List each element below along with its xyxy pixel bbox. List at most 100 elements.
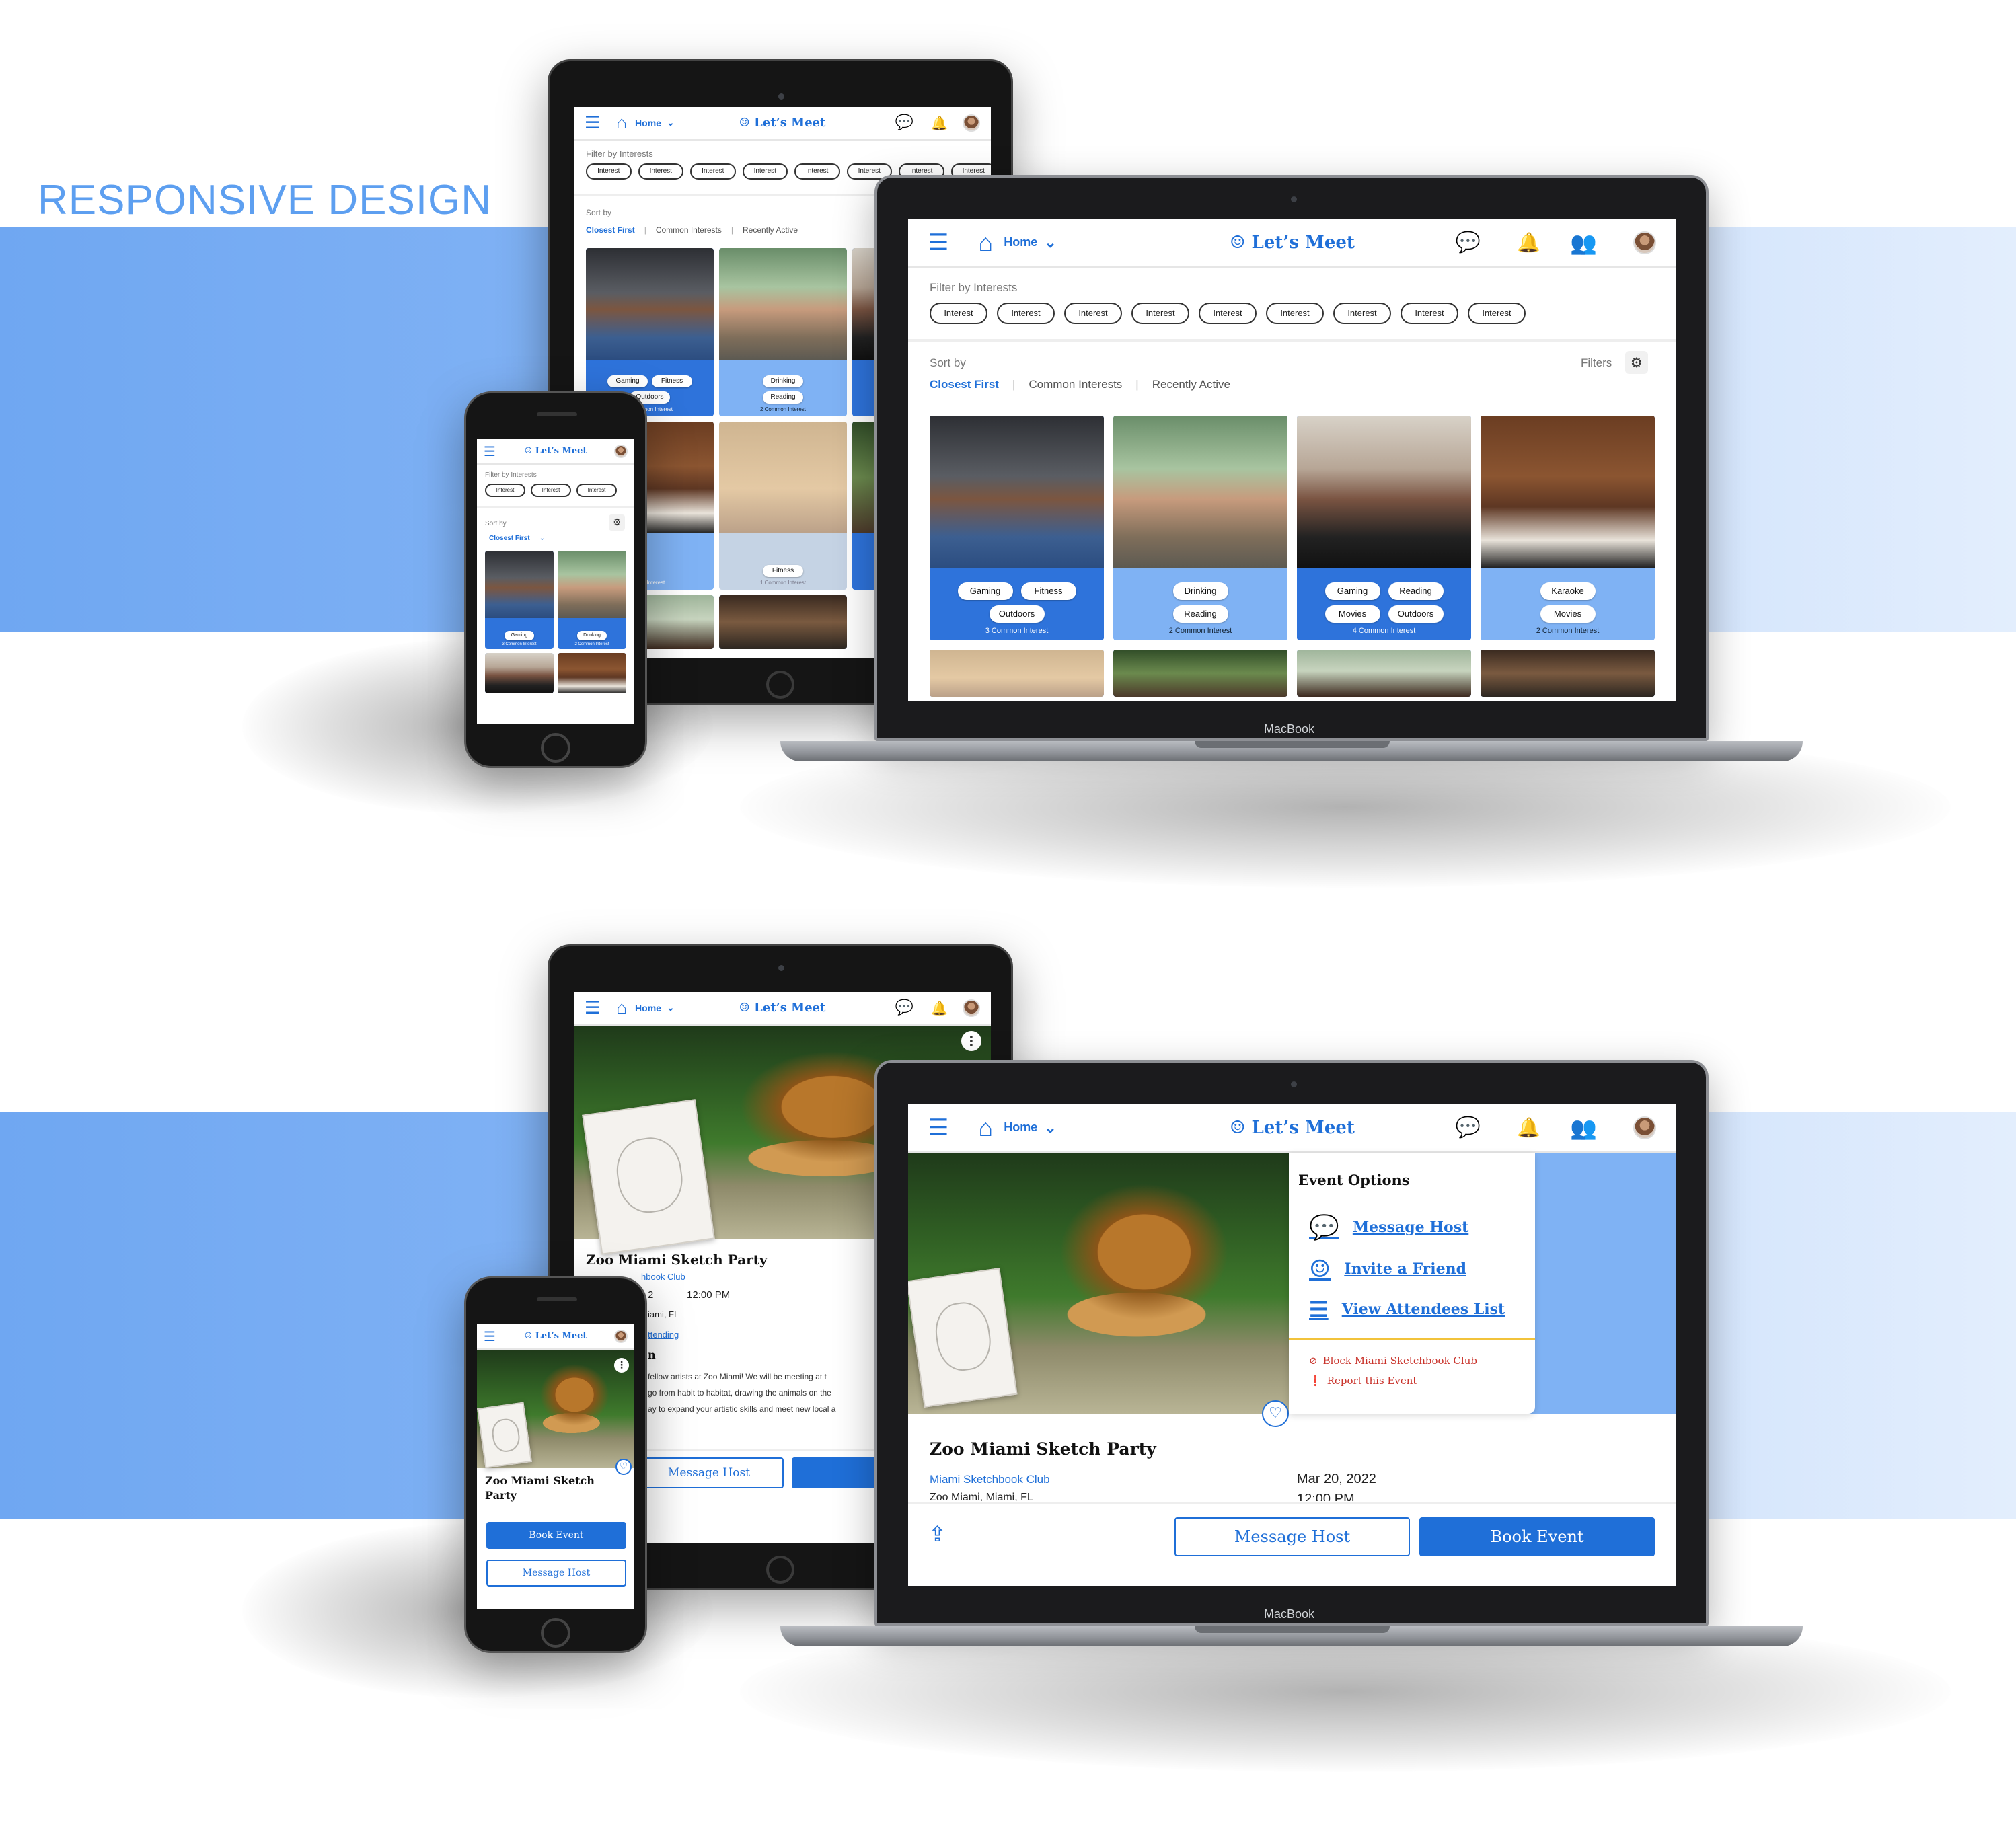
profile-card[interactable] [930,650,1104,697]
profile-card[interactable] [485,653,554,693]
sort-closest-first[interactable]: Closest First [930,378,999,391]
profile-card[interactable]: Drinking 2 Common Interest [558,551,626,649]
interest-chip[interactable]: Interest [930,303,987,324]
hamburger-icon[interactable]: ☰ [585,113,600,133]
interest-chip[interactable]: Interest [586,163,632,180]
interest-chip[interactable]: Interest [576,484,617,497]
home-menu[interactable]: ⌂ Home ⌄ [978,229,1056,257]
favorite-heart-icon[interactable]: ♡ [1262,1400,1289,1427]
interest-chip[interactable]: Interest [997,303,1055,324]
hamburger-icon[interactable]: ☰ [484,1328,496,1344]
report-event-option[interactable]: ❗ Report this Event [1309,1375,1417,1387]
hamburger-icon[interactable]: ☰ [928,229,948,256]
profile-card[interactable]: Gaming 3 Common Interest [485,551,554,649]
sort-dropdown[interactable]: Closest First ⌄ [489,535,545,542]
chat-icon[interactable]: 💬 [895,999,913,1016]
interest-chip[interactable]: Interest [1131,303,1189,324]
host-link[interactable]: hbook Club [641,1272,685,1282]
profile-card[interactable]: Drinking Reading 2 Common Interest [1113,416,1287,640]
bell-icon[interactable]: 🔔 [931,115,948,131]
profile-card[interactable]: Gaming Fitness Outdoors 3 Common Interes… [930,416,1104,640]
host-link[interactable]: Miami Sketchbook Club [930,1473,1050,1486]
profile-card[interactable] [1297,650,1471,697]
brand[interactable]: ☺ Let’s Meet [1230,233,1355,253]
card-info: Gaming Reading Movies Outdoors 4 Common … [1297,568,1471,640]
profile-card[interactable] [1481,650,1655,697]
more-options-icon[interactable]: ⋮ [614,1358,629,1373]
hamburger-icon[interactable]: ☰ [484,443,496,459]
interest-chip[interactable]: Interest [1401,303,1458,324]
block-club-option[interactable]: ⊘ Block Miami Sketchbook Club [1309,1354,1477,1367]
hamburger-icon[interactable]: ☰ [585,998,600,1018]
chat-icon[interactable]: 💬 [1456,1116,1481,1139]
attending-link[interactable]: ttending [648,1330,679,1340]
profile-photo [586,248,714,360]
interest-chip[interactable]: Interest [638,163,683,180]
bell-icon[interactable]: 🔔 [931,1000,948,1016]
bell-icon[interactable]: 🔔 [1517,231,1540,254]
interest-chip[interactable]: Interest [1199,303,1257,324]
share-icon[interactable]: ⇪ [928,1521,946,1547]
interest-chip[interactable]: Interest [1064,303,1122,324]
avatar[interactable] [963,114,980,132]
hamburger-icon[interactable]: ☰ [928,1114,948,1141]
profile-card[interactable]: Karaoke Movies 2 Common Interest [1481,416,1655,640]
home-menu[interactable]: ⌂ Home ⌄ [978,1114,1056,1142]
profile-photo [1481,416,1655,568]
profile-card[interactable] [558,653,626,693]
interest-chip[interactable]: Interest [531,484,571,497]
option-message-host[interactable]: 💬 Message Host [1309,1213,1468,1241]
sort-closest-first[interactable]: Closest First [586,225,635,235]
brand[interactable]: ☺ Let’s Meet [739,116,826,130]
book-event-button[interactable]: Book Event [1419,1517,1655,1556]
brand[interactable]: ☺ Let’s Meet [525,446,587,456]
sort-common-interests[interactable]: Common Interests [1029,378,1122,391]
interest-chip[interactable]: Interest [1333,303,1391,324]
favorite-heart-icon[interactable]: ♡ [615,1459,632,1475]
more-options-icon[interactable]: ⋮ [961,1031,981,1051]
chat-icon[interactable]: 💬 [895,114,913,131]
interest-chip[interactable]: Interest [690,163,736,180]
avatar[interactable] [614,444,628,458]
profile-card[interactable] [1113,650,1287,697]
message-host-button[interactable]: Message Host [486,1560,626,1587]
people-icon[interactable]: 👥 [1570,230,1597,256]
bell-icon[interactable]: 🔔 [1517,1116,1540,1139]
laptop-notch [1195,741,1390,748]
interest-chip[interactable]: Interest [794,163,840,180]
avatar[interactable] [1633,231,1656,254]
interest-chip[interactable]: Interest [1266,303,1324,324]
profile-card[interactable]: Gaming Reading Movies Outdoors 4 Common … [1297,416,1471,640]
book-event-button[interactable]: Book Event [486,1522,626,1549]
brand[interactable]: ☺ Let’s Meet [525,1331,587,1341]
profile-card[interactable]: Drinking Reading 2 Common Interest [719,248,847,416]
option-invite-friend[interactable]: ☺ Invite a Friend [1309,1255,1466,1283]
people-icon[interactable]: 👥 [1570,1115,1597,1141]
filters-icon[interactable]: ⚙ [609,514,625,531]
avatar[interactable] [963,999,980,1017]
home-menu[interactable]: ⌂ Home ⌄ [616,997,674,1018]
interest-chip[interactable]: Interest [485,484,525,497]
home-menu[interactable]: ⌂ Home ⌄ [616,112,674,133]
profile-card[interactable]: Fitness 1 Common Interest [719,422,847,590]
sort-recently-active[interactable]: Recently Active [1152,378,1230,391]
nav-actions: 💬 🔔 👥 [1456,1115,1656,1141]
profile-card[interactable] [719,595,847,649]
sort-common-interests[interactable]: Common Interests [656,225,722,235]
filters-icon[interactable]: ⚙ [1625,351,1648,374]
message-host-button[interactable]: Message Host [1174,1517,1410,1556]
option-view-attendees[interactable]: ☰ View Attendees List [1309,1297,1505,1322]
interest-chip[interactable]: Interest [742,163,788,180]
card-info: Drinking Reading 2 Common Interest [719,360,847,416]
smile-icon: ☺ [524,446,533,456]
brand[interactable]: ☺ Let’s Meet [739,1001,826,1015]
filters-label: Filters [1581,356,1612,369]
message-host-button[interactable]: Message Host [634,1457,784,1488]
interest-chip[interactable]: Interest [1468,303,1526,324]
brand[interactable]: ☺ Let’s Meet [1230,1118,1355,1138]
sort-label: Sort by [485,520,507,527]
sort-recently-active[interactable]: Recently Active [743,225,798,235]
chat-icon[interactable]: 💬 [1456,231,1481,254]
avatar[interactable] [614,1329,628,1343]
avatar[interactable] [1633,1116,1656,1139]
